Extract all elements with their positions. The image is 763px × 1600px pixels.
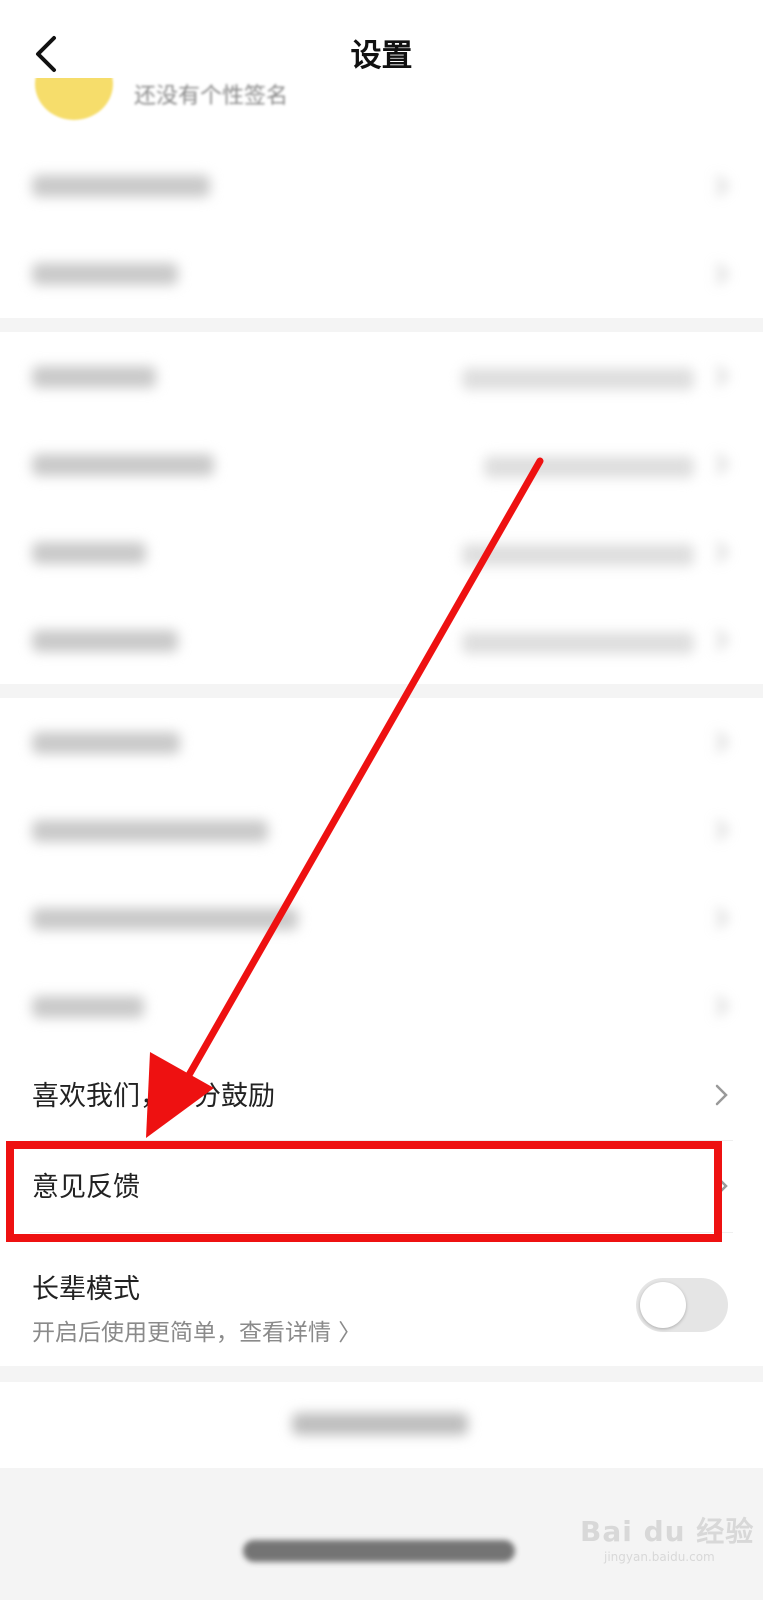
elder-mode-label: 长辈模式 bbox=[32, 1274, 140, 1305]
chevron-right-icon bbox=[709, 727, 733, 757]
settings-row-blurred[interactable] bbox=[0, 142, 763, 230]
home-indicator bbox=[243, 1540, 515, 1562]
chevron-right-icon bbox=[709, 449, 733, 479]
settings-row-blurred[interactable] bbox=[0, 698, 763, 786]
section-gap bbox=[0, 684, 763, 698]
chevron-right-icon bbox=[709, 1080, 733, 1110]
elder-mode-details-link[interactable]: 开启后使用更简单，查看详情 〉 bbox=[32, 1313, 361, 1347]
settings-row-blurred[interactable] bbox=[0, 230, 763, 318]
settings-group-3: 喜欢我们，打分鼓励 意见反馈 长辈模式 开启后使用更简单，查看详情 〉 bbox=[0, 698, 763, 1366]
chevron-right-icon bbox=[709, 625, 733, 655]
page-title: 设置 bbox=[350, 38, 413, 74]
settings-row-blurred[interactable] bbox=[0, 332, 763, 420]
avatar bbox=[35, 78, 113, 120]
chevron-right-icon bbox=[709, 1171, 733, 1201]
elder-mode-toggle[interactable] bbox=[636, 1278, 728, 1332]
watermark-logo: Bai du 经验 bbox=[580, 1515, 755, 1548]
rate-us-label: 喜欢我们，打分鼓励 bbox=[32, 1081, 275, 1112]
settings-row-blurred[interactable] bbox=[0, 596, 763, 684]
chevron-right-icon bbox=[709, 171, 733, 201]
settings-group-2 bbox=[0, 332, 763, 684]
watermark-url: jingyan.baidu.com bbox=[604, 1550, 715, 1564]
chevron-right-icon bbox=[709, 259, 733, 289]
chevron-right-icon bbox=[709, 903, 733, 933]
chevron-right-icon bbox=[709, 815, 733, 845]
section-gap bbox=[0, 318, 763, 332]
logout-button[interactable] bbox=[0, 1382, 763, 1468]
settings-row-blurred[interactable] bbox=[0, 786, 763, 874]
profile-signature: 还没有个性签名 bbox=[134, 84, 289, 109]
chevron-right-icon bbox=[709, 537, 733, 567]
settings-row-blurred[interactable] bbox=[0, 874, 763, 962]
settings-row-blurred[interactable] bbox=[0, 420, 763, 508]
settings-row-blurred[interactable] bbox=[0, 508, 763, 596]
chevron-right-icon bbox=[709, 361, 733, 391]
profile-header[interactable]: 还没有个性签名 bbox=[0, 78, 763, 143]
toggle-knob bbox=[640, 1282, 686, 1328]
settings-row-rate-us[interactable]: 喜欢我们，打分鼓励 bbox=[0, 1050, 763, 1140]
settings-group-1 bbox=[0, 142, 763, 318]
feedback-label: 意见反馈 bbox=[32, 1172, 140, 1203]
settings-row-feedback[interactable]: 意见反馈 bbox=[0, 1141, 763, 1231]
section-gap bbox=[0, 1366, 763, 1382]
chevron-right-icon bbox=[709, 991, 733, 1021]
settings-row-blurred[interactable] bbox=[0, 962, 763, 1050]
